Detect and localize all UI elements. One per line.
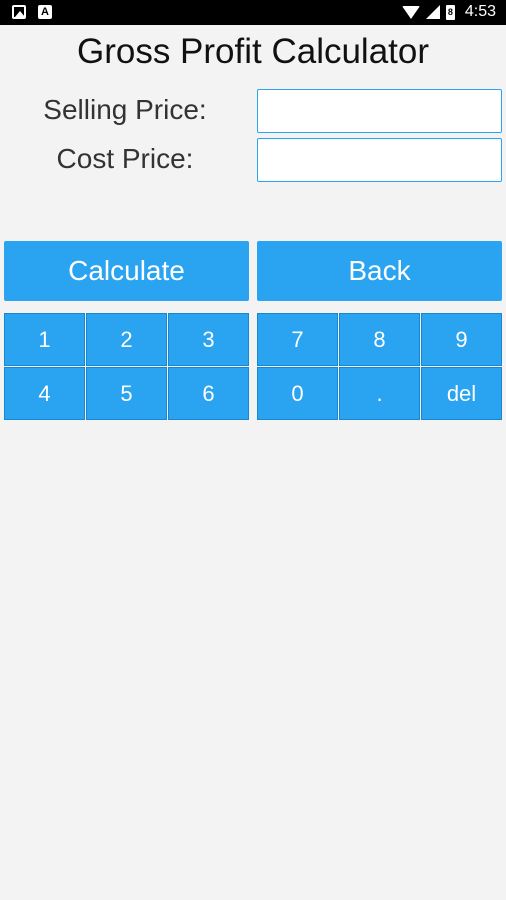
key-1[interactable]: 1 xyxy=(4,313,85,366)
cost-price-input[interactable] xyxy=(257,138,502,182)
status-bar: A 8 4:53 xyxy=(0,0,506,25)
calculate-button[interactable]: Calculate xyxy=(4,241,249,301)
status-clock: 4:53 xyxy=(464,3,496,20)
key-9[interactable]: 9 xyxy=(421,313,502,366)
key-2[interactable]: 2 xyxy=(86,313,167,366)
selling-price-label: Selling Price: xyxy=(43,94,207,125)
keypad-left: 1 2 3 4 5 6 xyxy=(4,313,250,421)
selling-price-input[interactable] xyxy=(257,89,502,133)
battery-icon: 8 xyxy=(445,4,455,20)
wifi-icon xyxy=(401,5,420,19)
key-4[interactable]: 4 xyxy=(4,367,85,420)
key-5[interactable]: 5 xyxy=(86,367,167,420)
key-7[interactable]: 7 xyxy=(257,313,338,366)
key-8[interactable]: 8 xyxy=(339,313,420,366)
cell-signal-icon xyxy=(425,5,440,19)
page-title: Gross Profit Calculator xyxy=(76,32,430,71)
key-6[interactable]: 6 xyxy=(168,367,249,420)
key-0[interactable]: 0 xyxy=(257,367,338,420)
back-button[interactable]: Back xyxy=(257,241,502,301)
keypad-right: 7 8 9 0 . del xyxy=(257,313,503,421)
key-decimal[interactable]: . xyxy=(339,367,420,420)
font-notification-icon: A xyxy=(38,5,52,19)
image-notification-icon xyxy=(12,5,26,19)
key-delete[interactable]: del xyxy=(421,367,502,420)
cost-price-label: Cost Price: xyxy=(56,143,194,174)
key-3[interactable]: 3 xyxy=(168,313,249,366)
